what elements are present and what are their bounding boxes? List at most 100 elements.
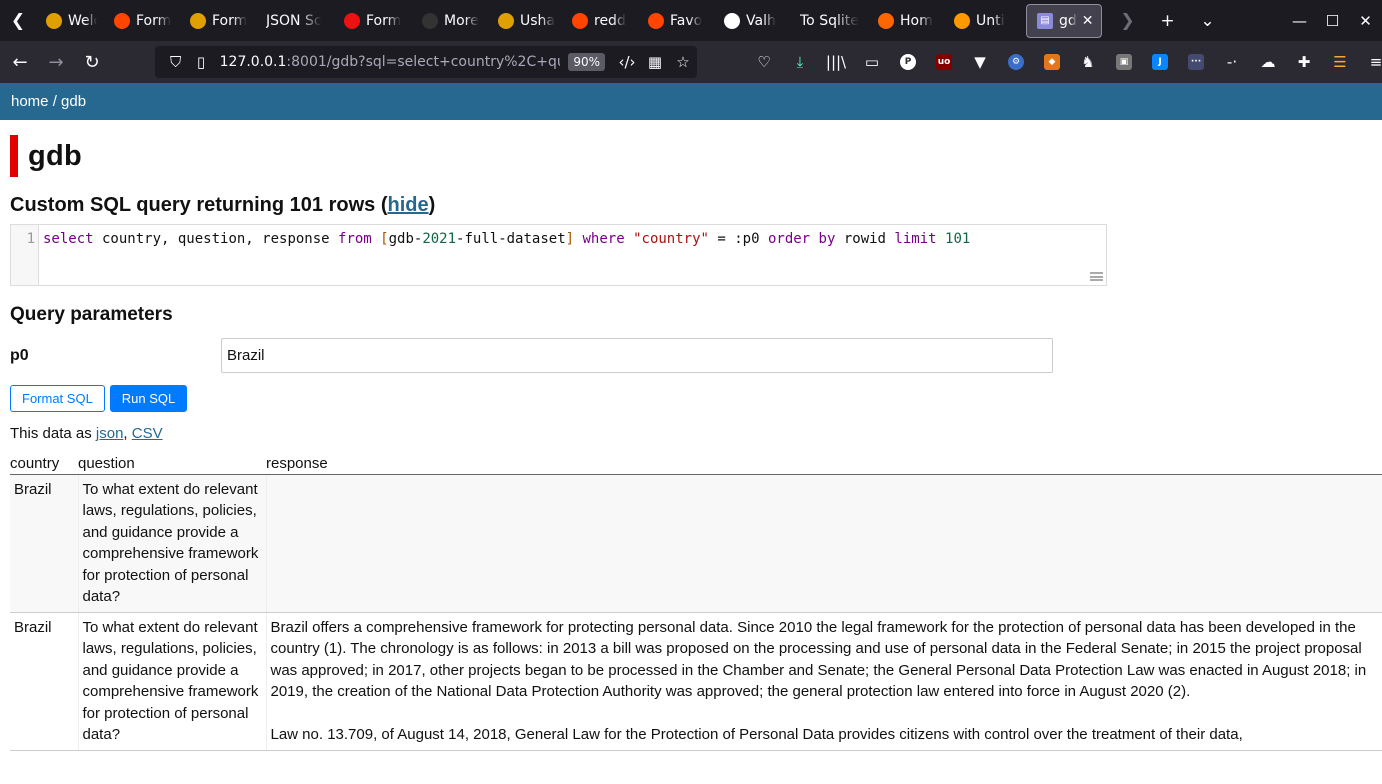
sql-token: 2021 — [422, 231, 457, 247]
export-json-link[interactable]: json — [96, 425, 124, 442]
tab-title: JSON Sc — [266, 12, 322, 29]
ring-icon — [878, 12, 894, 29]
breadcrumb-home-link[interactable]: home — [11, 93, 49, 110]
table-icon: ▤ — [1037, 12, 1053, 29]
reader-icon[interactable]: ▭ — [854, 41, 890, 83]
page-info-icon[interactable]: ▯ — [188, 53, 213, 71]
shield-icon[interactable]: ⛉ — [163, 53, 188, 71]
forward-icon[interactable]: → — [38, 44, 74, 80]
tab-title: To Sqlite — [800, 12, 859, 29]
url-bar[interactable]: ⛉ ▯ 127.0.0.1:8001/gdb?sql=select+countr… — [155, 46, 697, 78]
sql-token: where — [582, 231, 625, 247]
ublock-icon[interactable]: uo — [926, 41, 962, 83]
window-controls: — ☐ ✕ — [1283, 0, 1382, 41]
tab-title: Favo — [670, 12, 703, 29]
browser-tab[interactable]: redd — [562, 4, 638, 38]
close-window-icon[interactable]: ✕ — [1349, 12, 1382, 30]
tab-title: Form — [366, 12, 402, 29]
browser-tab[interactable]: Usha — [488, 4, 562, 38]
reload-icon[interactable]: ↻ — [74, 44, 110, 80]
browser-tab[interactable]: Hom — [868, 4, 944, 38]
run-sql-button[interactable]: Run SQL — [109, 385, 188, 412]
more-dots-icon[interactable]: ··· — [1178, 41, 1214, 83]
vivaldi-icon[interactable]: ▼ — [962, 41, 998, 83]
column-header-response[interactable]: response — [266, 454, 1382, 475]
grid-icon[interactable]: ▦ — [641, 53, 669, 71]
back-icon[interactable]: ← — [2, 44, 38, 80]
zoom-badge[interactable]: 90% — [568, 53, 605, 71]
minimize-icon[interactable]: — — [1283, 12, 1316, 30]
wikipedia-icon — [724, 12, 740, 29]
browser-tab[interactable]: Unti — [944, 4, 1020, 38]
notification-icon[interactable]: ▣ — [1106, 41, 1142, 83]
url-path: :8001/gdb?sql=select+country%2C+que — [286, 54, 561, 70]
sql-token: rowid — [835, 231, 895, 247]
response-paragraph: Law no. 13.709, of August 14, 2018, Gene… — [270, 725, 1243, 743]
star-icon[interactable]: ☆ — [669, 53, 697, 71]
hamburger-menu-icon[interactable]: ≡ — [1358, 41, 1382, 83]
bee-icon — [46, 12, 62, 29]
browser-tab[interactable]: Form — [334, 4, 412, 38]
reddit-icon — [114, 12, 130, 29]
list-icon[interactable]: ☰ — [1322, 41, 1358, 83]
close-icon[interactable]: ✕ — [1082, 13, 1094, 29]
browser-tab[interactable]: Valh — [714, 4, 790, 38]
browser-tab[interactable]: Welc — [36, 4, 104, 38]
tab-title: Welc — [68, 12, 97, 29]
hide-sql-link[interactable]: hide — [387, 194, 428, 216]
sql-token: from — [338, 231, 372, 247]
j-extension-icon[interactable]: J — [1142, 41, 1178, 83]
table-row: Brazil To what extent do relevant laws, r… — [10, 474, 1382, 613]
gear-extension-icon[interactable]: ⚙ — [998, 41, 1034, 83]
extensions-icon[interactable]: ✚ — [1286, 41, 1322, 83]
column-header-question[interactable]: question — [78, 454, 266, 475]
breadcrumb-db-link[interactable]: gdb — [61, 93, 86, 110]
export-csv-link[interactable]: CSV — [132, 425, 163, 442]
sql-token: ] — [565, 231, 575, 247]
tab-title: Hom — [900, 12, 933, 29]
export-separator: , — [123, 425, 132, 442]
breadcrumb: home / gdb — [0, 83, 1382, 120]
browser-tab[interactable]: JSON Sc — [256, 4, 334, 38]
sql-token: country, question, response — [93, 231, 339, 247]
url-text[interactable]: 127.0.0.1:8001/gdb?sql=select+country%2C… — [220, 54, 561, 70]
reddit-icon — [572, 12, 588, 29]
fox-icon[interactable]: ◆ — [1034, 41, 1070, 83]
browser-tab[interactable]: To Sqlite — [790, 4, 868, 38]
sync-icon[interactable]: -· — [1214, 41, 1250, 83]
browser-tab[interactable]: Favo — [638, 4, 714, 38]
pocket-icon[interactable]: ♡ — [746, 41, 782, 83]
new-tab-icon[interactable]: + — [1148, 11, 1188, 31]
param-row: p0 — [10, 338, 1382, 373]
resize-grip-icon[interactable] — [1090, 272, 1103, 281]
tab-active[interactable]: ▤ gd ✕ — [1026, 3, 1102, 38]
column-header-country[interactable]: country — [10, 454, 78, 475]
url-host: 127.0.0.1 — [219, 54, 287, 70]
library-icon[interactable]: |||\ — [818, 41, 854, 83]
chevron-right-icon[interactable]: ❯ — [1108, 11, 1148, 31]
code-icon[interactable]: ‹/› — [613, 53, 641, 71]
sql-token: 101 — [945, 231, 971, 247]
browser-tab[interactable]: Form — [104, 4, 180, 38]
format-sql-button[interactable]: Format SQL — [10, 385, 105, 412]
browser-tab[interactable]: Form — [180, 4, 256, 38]
page-content: gdb Custom SQL query returning 101 rows … — [10, 120, 1382, 751]
sql-code[interactable]: select country, question, response from … — [39, 225, 974, 285]
sql-editor[interactable]: 1 select country, question, response fro… — [10, 224, 1107, 286]
table-header-row: country question response — [10, 454, 1382, 475]
feather-icon — [344, 12, 360, 29]
cell-response — [266, 474, 1382, 613]
chevron-down-icon[interactable]: ⌄ — [1188, 11, 1228, 31]
download-icon[interactable]: ⤓ — [782, 41, 818, 83]
param-p0-input[interactable] — [221, 338, 1053, 373]
maximize-icon[interactable]: ☐ — [1316, 12, 1349, 30]
browser-tab[interactable]: More — [412, 4, 488, 38]
tab-title: redd — [594, 12, 626, 29]
p-extension-icon[interactable]: P — [890, 41, 926, 83]
chevron-left-icon[interactable]: ❮ — [0, 0, 36, 41]
tux-icon[interactable]: ♞ — [1070, 41, 1106, 83]
cloud-icon[interactable]: ☁ — [1250, 41, 1286, 83]
